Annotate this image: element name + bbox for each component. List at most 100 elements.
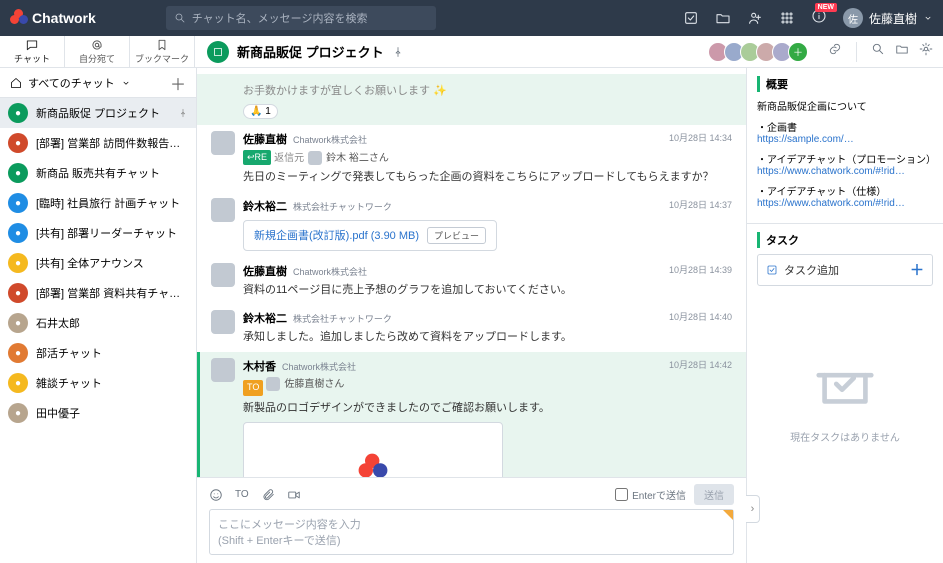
topbar: Chatwork チャット名、メッセージ内容を検索 NEW 佐 佐藤直樹 [0,0,943,36]
sidebar-item[interactable]: ● 石井太郎 [0,308,196,338]
files-icon[interactable] [715,10,731,26]
task-empty-icon [810,346,880,416]
message: 鈴木裕二株式会社チャットワーク 新規企画書(改訂版).pdf (3.90 MB)… [197,192,746,257]
enter-send-toggle[interactable]: Enterで送信 [615,487,686,502]
overview-item-link[interactable]: https://sample.com/… [757,134,854,145]
sidebar-item-label: [共有] 部署リーダーチャット [36,225,177,241]
message-text: 新製品のロゴデザインができましたのでご確認お願いします。 [243,400,732,417]
bookmark-icon [155,38,169,52]
send-button[interactable]: 送信 [694,484,734,505]
gear-icon[interactable] [919,42,933,56]
sidebar-item-label: 田中優子 [36,405,80,421]
author-name: 鈴木裕二 [243,310,287,326]
sidebar-item[interactable]: ● 雑談チャット [0,368,196,398]
chevron-down-icon [121,78,131,88]
preview-button[interactable]: プレビュー [427,227,486,244]
add-member-icon[interactable]: ＋ [788,42,808,62]
room-icon: ● [8,193,28,213]
tab-bookmark[interactable]: ブックマーク [130,36,195,67]
to-button[interactable]: TO [235,489,249,500]
reply-target[interactable]: 佐藤直樹さん [266,377,344,392]
sidebar-item-label: 石井太郎 [36,315,80,331]
attach-icon[interactable] [261,488,275,502]
member-avatars[interactable]: ＋ [712,42,808,62]
sidebar-item[interactable]: ● [臨時] 社員旅行 計画チャット [0,188,196,218]
message: 佐藤直樹Chatwork株式会社 ↩RE 返信元鈴木 裕二さん 先日のミーティン… [197,125,746,192]
pin-icon[interactable] [392,46,404,58]
apps-icon[interactable] [779,10,795,26]
message: 鈴木裕二株式会社チャットワーク 承知しました。追加しましたら改めて資料をアップロ… [197,304,746,352]
message: 木村香Chatwork株式会社 TO 佐藤直樹さん 新製品のロゴデザインができま… [197,352,746,478]
tab-chat[interactable]: チャット [0,36,65,67]
pin-icon [178,108,188,118]
author-name: 佐藤直樹 [243,263,287,279]
search-icon[interactable] [871,42,885,56]
overview-title: 概要 [757,76,933,92]
author-name: 木村香 [243,358,276,374]
video-icon[interactable] [287,488,301,502]
topbar-actions: NEW 佐 佐藤直樹 [683,8,933,29]
timestamp: 10月28日 14:34 [669,131,732,144]
reply-target[interactable]: 返信元鈴木 裕二さん [274,151,389,166]
image-preview: Chatwork [256,435,490,477]
info-button[interactable]: NEW [811,8,827,29]
task-add-button[interactable]: タスク追加 ＋ [757,254,933,286]
timestamp: 10月28日 14:40 [669,310,732,323]
emoji-icon[interactable] [209,488,223,502]
image-attachment[interactable]: Chatwork cw_logo_vt_color.png (24.30 KB)… [243,422,503,477]
author-org: 株式会社チャットワーク [293,200,392,213]
sidebar-item-label: [部署] 営業部 訪問件数報告チャット [36,135,188,151]
sidebar-item-label: 部活チャット [36,345,102,361]
contacts-icon[interactable] [747,10,763,26]
sidebar-item[interactable]: ● 新商品 販売共有チャット [0,158,196,188]
room-icon: ● [8,313,28,333]
room-icon: ● [8,133,28,153]
avatar [211,198,235,222]
message: お手数かけますが宜しくお願いします ✨ 🙏 1 [197,74,746,125]
sidebar-item[interactable]: ● [部署] 営業部 訪問件数報告チャット [0,128,196,158]
author-org: 株式会社チャットワーク [293,312,392,325]
room-icon [207,41,229,63]
right-panel: 概要 新商品販促企画について ・企画書 https://sample.com/…… [746,68,943,563]
plus-icon: ＋ [910,260,924,280]
add-chat-button[interactable]: ＋ [170,71,186,95]
message-input[interactable]: ここにメッセージ内容を入力 (Shift + Enterキーで送信) [209,509,734,555]
sidebar-item[interactable]: ● 部活チャット [0,338,196,368]
sidebar-header[interactable]: すべてのチャット ＋ [0,68,196,98]
sidebar-item[interactable]: ● 新商品販促 プロジェクト [0,98,196,128]
sidebar-item[interactable]: ● [部署] 営業部 資料共有チャット [0,278,196,308]
timestamp: 10月28日 14:39 [669,263,732,276]
tab-self[interactable]: 自分宛て [65,36,130,67]
brand-name: Chatwork [32,10,96,26]
reaction[interactable]: 🙏 1 [243,104,278,119]
chevron-down-icon [923,13,933,23]
tasks-icon[interactable] [683,10,699,26]
author-org: Chatwork株式会社 [293,265,367,278]
overview-item-link[interactable]: https://www.chatwork.com/#!rid… [757,198,905,209]
search-input[interactable]: チャット名、メッセージ内容を検索 [166,6,436,30]
overview-item-link[interactable]: https://www.chatwork.com/#!rid… [757,166,905,177]
sidebar-item[interactable]: ● 田中優子 [0,398,196,428]
sidebar-item[interactable]: ● [共有] 部署リーダーチャット [0,218,196,248]
sidebar-item[interactable]: ● [共有] 全体アナウンス [0,248,196,278]
room-title: 新商品販促 プロジェクト [237,42,384,61]
timestamp: 10月28日 14:37 [669,198,732,211]
badge: TO [243,380,263,396]
link-icon[interactable] [828,42,842,56]
sidebar-item-label: [臨時] 社員旅行 計画チャット [36,195,180,211]
folder-icon[interactable] [895,42,909,56]
task-empty-state: 現在タスクはありません [757,346,933,444]
attachment[interactable]: 新規企画書(改訂版).pdf (3.90 MB) プレビュー [243,220,497,251]
file-link[interactable]: 新規企画書(改訂版).pdf (3.90 MB) [254,227,419,243]
room-icon: ● [8,403,28,423]
task-title: タスク [757,232,933,248]
author-name: 鈴木裕二 [243,198,287,214]
room-icon: ● [8,163,28,183]
brand-logo[interactable]: Chatwork [10,9,96,27]
room-icon: ● [8,223,28,243]
user-menu[interactable]: 佐 佐藤直樹 [843,8,933,28]
collapse-panel-button[interactable]: › [746,495,760,523]
overview-item-label: ・アイデアチャット（仕様） [757,183,933,198]
logo-icon [10,9,28,27]
sidebar-item-label: 新商品販促 プロジェクト [36,105,160,121]
